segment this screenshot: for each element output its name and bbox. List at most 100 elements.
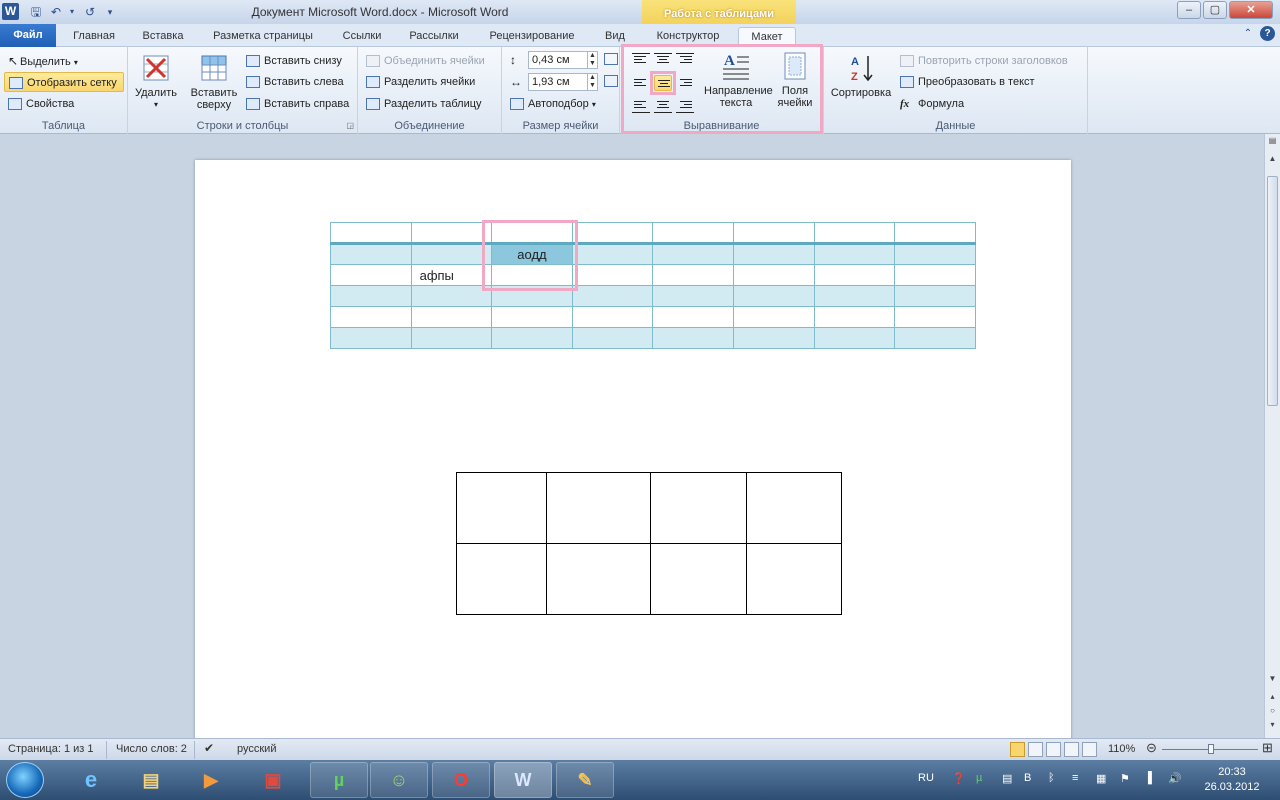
table-cell[interactable] bbox=[456, 472, 547, 544]
web-layout-view-icon[interactable] bbox=[1046, 742, 1061, 757]
page-count[interactable]: Страница: 1 из 1 bbox=[8, 743, 94, 755]
table-cell[interactable] bbox=[813, 243, 896, 265]
table-cell[interactable] bbox=[894, 285, 976, 307]
draft-view-icon[interactable] bbox=[1082, 742, 1097, 757]
insert-left-button[interactable]: Вставить слева bbox=[246, 72, 344, 92]
table-cell[interactable] bbox=[813, 285, 896, 307]
table-cell[interactable] bbox=[650, 472, 747, 544]
table-cell[interactable] bbox=[813, 264, 896, 286]
next-page-icon[interactable]: ▾ bbox=[1267, 720, 1278, 729]
table-cell[interactable] bbox=[652, 264, 734, 286]
previous-page-icon[interactable]: ▴ bbox=[1267, 692, 1278, 701]
vertical-scrollbar[interactable]: ▤ ▲ ▼ ▴ ○ ▾ bbox=[1264, 134, 1280, 738]
input-language[interactable]: RU bbox=[918, 772, 934, 784]
tab-review[interactable]: Рецензирование bbox=[478, 27, 586, 47]
zoom-level[interactable]: 110% bbox=[1108, 743, 1135, 755]
table-cell[interactable] bbox=[894, 222, 976, 245]
split-cells-button[interactable]: Разделить ячейки bbox=[366, 72, 475, 92]
table-cell[interactable] bbox=[894, 306, 976, 328]
table-1[interactable]: аодд афпы bbox=[330, 222, 976, 349]
tray-folder-icon[interactable]: ▤ bbox=[1002, 772, 1012, 785]
properties-button[interactable]: Свойства bbox=[8, 94, 74, 114]
sort-button[interactable]: A Z Сортировка bbox=[826, 53, 896, 99]
maximize-button[interactable]: ▢ bbox=[1203, 1, 1227, 19]
autofit-button[interactable]: Автоподбор ▾ bbox=[510, 94, 596, 114]
paint-icon[interactable]: ✎ bbox=[556, 762, 614, 798]
table-cell[interactable] bbox=[732, 306, 815, 328]
table-cell[interactable] bbox=[894, 264, 976, 286]
spin-arrows-icon[interactable]: ▲ ▼ bbox=[587, 74, 597, 90]
dialog-launcher-icon[interactable]: ◲ bbox=[346, 121, 354, 130]
table-cell[interactable] bbox=[330, 327, 412, 349]
messenger-icon[interactable]: ☺ bbox=[370, 762, 428, 798]
insert-below-button[interactable]: Вставить снизу bbox=[246, 51, 342, 71]
tab-mailings[interactable]: Рассылки bbox=[400, 27, 468, 47]
table-cell[interactable] bbox=[410, 285, 493, 307]
table-cell[interactable] bbox=[732, 222, 815, 245]
split-table-button[interactable]: Разделить таблицу bbox=[366, 94, 482, 114]
table-cell[interactable] bbox=[652, 306, 734, 328]
zoom-out-icon[interactable]: ⊝ bbox=[1146, 740, 1157, 756]
table-cell[interactable] bbox=[571, 222, 654, 245]
language-indicator[interactable]: русский bbox=[237, 743, 276, 755]
table-cell[interactable] bbox=[746, 543, 842, 615]
table-cell[interactable] bbox=[746, 472, 842, 544]
tray-flag-icon[interactable]: ⚑ bbox=[1120, 772, 1130, 785]
table-cell[interactable] bbox=[813, 327, 896, 349]
scroll-thumb[interactable] bbox=[1267, 176, 1278, 406]
opera-icon[interactable]: O bbox=[432, 762, 490, 798]
start-button[interactable] bbox=[6, 762, 44, 798]
table-cell[interactable] bbox=[546, 543, 651, 615]
table-cell[interactable] bbox=[330, 243, 412, 265]
tray-help-icon[interactable]: ❓ bbox=[952, 772, 966, 785]
convert-to-text-button[interactable]: Преобразовать в текст bbox=[900, 72, 1035, 92]
table-cell[interactable] bbox=[410, 306, 493, 328]
repeat-header-rows-button[interactable]: Повторить строки заголовков bbox=[900, 51, 1068, 71]
tray-network-icon[interactable]: ▦ bbox=[1096, 772, 1106, 785]
row-height-input[interactable]: 0,43 см ▲ ▼ bbox=[528, 51, 598, 69]
table-cell[interactable] bbox=[732, 264, 815, 286]
spin-arrows-icon[interactable]: ▲ ▼ bbox=[587, 52, 597, 68]
user-app-icon[interactable]: ▣ bbox=[244, 762, 302, 798]
wireless-icon[interactable]: ≡ bbox=[1072, 772, 1078, 784]
table-cell[interactable] bbox=[571, 285, 654, 307]
tab-page-layout[interactable]: Разметка страницы bbox=[204, 27, 322, 47]
word-taskbar-icon[interactable]: W bbox=[494, 762, 552, 798]
table-cell[interactable] bbox=[732, 327, 815, 349]
scroll-up-icon[interactable]: ▲ bbox=[1267, 154, 1278, 163]
table-cell[interactable] bbox=[571, 327, 654, 349]
volume-icon[interactable]: 🔊 bbox=[1168, 772, 1182, 785]
table-cell[interactable] bbox=[410, 222, 493, 245]
show-gridlines-button[interactable]: Отобразить сетку bbox=[4, 72, 124, 92]
table-cell[interactable] bbox=[650, 543, 747, 615]
table-cell[interactable] bbox=[813, 222, 896, 245]
table-cell[interactable] bbox=[330, 222, 412, 245]
table-cell[interactable] bbox=[410, 327, 493, 349]
table-cell[interactable] bbox=[571, 264, 654, 286]
scroll-down-icon[interactable]: ▼ bbox=[1267, 674, 1278, 683]
table-cell[interactable] bbox=[491, 306, 573, 328]
insert-above-button[interactable]: Вставить сверху bbox=[186, 53, 242, 111]
insert-right-button[interactable]: Вставить справа bbox=[246, 94, 349, 114]
full-screen-view-icon[interactable] bbox=[1028, 742, 1043, 757]
table-cell[interactable] bbox=[652, 327, 734, 349]
distribute-rows-icon[interactable] bbox=[604, 53, 618, 65]
collapse-ribbon-icon[interactable]: ⌃ bbox=[1240, 26, 1256, 42]
table-cell[interactable] bbox=[813, 306, 896, 328]
table-cell[interactable] bbox=[732, 243, 815, 265]
merge-cells-button[interactable]: Объединить ячейки bbox=[366, 51, 485, 71]
zoom-in-icon[interactable]: ⊞ bbox=[1262, 740, 1273, 756]
table-cell[interactable] bbox=[410, 243, 493, 265]
help-icon[interactable]: ? bbox=[1260, 26, 1275, 41]
media-player-icon[interactable]: ▶ bbox=[182, 762, 240, 798]
table-cell[interactable] bbox=[330, 285, 412, 307]
formula-button[interactable]: fx Формула bbox=[900, 94, 964, 114]
signal-icon[interactable]: ▐ bbox=[1144, 772, 1152, 784]
table-cell[interactable] bbox=[652, 243, 734, 265]
minimize-button[interactable]: – bbox=[1177, 1, 1201, 19]
table-cell[interactable] bbox=[491, 327, 573, 349]
tab-file[interactable]: Файл bbox=[0, 24, 56, 47]
internet-explorer-icon[interactable]: e bbox=[62, 762, 120, 798]
file-explorer-icon[interactable]: ▤ bbox=[122, 762, 180, 798]
tab-home[interactable]: Главная bbox=[64, 27, 124, 47]
